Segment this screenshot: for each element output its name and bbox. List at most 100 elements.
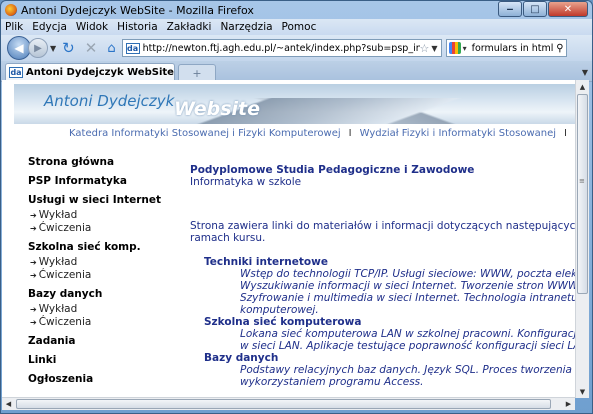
page-content: Antoni Dydejczyk Website Katedra Informa… <box>2 80 575 398</box>
department-links: Katedra Informatyki Stosowanej i Fizyki … <box>14 124 575 142</box>
back-arrow-icon: ◀ <box>14 41 24 55</box>
section-desc-line: Wyszukiwanie informacji w sieci Internet… <box>240 280 575 292</box>
sidebar-subitem-uslugi-cwiczenia[interactable]: ➔ Ćwiczenia <box>28 222 168 235</box>
tab-strip: da Antoni Dydejczyk WebSite + ▼ <box>1 61 592 82</box>
section-bazy-danych: Bazy danych Podstawy relacyjnych baz dan… <box>204 352 575 388</box>
scroll-up-icon[interactable]: ▲ <box>576 80 589 93</box>
arrow-icon: ➔ <box>30 258 37 267</box>
sidebar-subitem-siec-cwiczenia[interactable]: ➔ Ćwiczenia <box>28 269 168 282</box>
arrow-icon: ➔ <box>30 305 37 314</box>
maximize-button[interactable]: □ <box>523 1 547 17</box>
arrow-icon: ➔ <box>30 224 37 233</box>
tab-favicon-icon: da <box>9 67 23 78</box>
title-bar: Antoni Dydejczyk WebSite - Mozilla Firef… <box>1 1 592 19</box>
sidebar-subitem-label: Ćwiczenia <box>38 222 92 234</box>
bookmark-star-icon[interactable]: ☆ <box>420 42 430 55</box>
stop-icon[interactable]: ✕ <box>85 39 98 57</box>
search-input[interactable]: formulars in html <box>470 43 557 54</box>
site-word: Website <box>174 98 261 120</box>
window-controls: ‒ □ ✕ <box>498 1 588 17</box>
sidebar-item-zadania[interactable]: Zadania <box>28 335 168 348</box>
sidebar-item-strona-glowna[interactable]: Strona główna <box>28 156 168 169</box>
section-desc-line: Lokana sieć komputerowa LAN w szkolnej p… <box>240 328 575 340</box>
section-szkolna-siec: Szkolna sieć komputerowa Lokana sieć kom… <box>204 316 575 352</box>
sidebar-subitem-label: Wykład <box>38 209 78 221</box>
sidebar-subitem-label: Wykład <box>38 303 78 315</box>
sidebar-item-psp-informatyka[interactable]: PSP Informatyka <box>28 175 168 188</box>
intro-line: Strona zawiera linki do materiałów i inf… <box>190 220 575 232</box>
scroll-grip-icon: ≡ <box>579 177 585 185</box>
url-bar[interactable]: da http://newton.ftj.agh.edu.pl/~antek/i… <box>121 39 442 57</box>
scroll-right-icon[interactable]: ▶ <box>562 398 575 410</box>
url-dropdown-icon[interactable]: ▼ <box>431 44 437 53</box>
sidebar-subitem-label: Wykład <box>38 256 78 268</box>
firefox-logo-icon <box>5 4 17 16</box>
search-icon[interactable]: ⚲ <box>556 43 563 54</box>
main-content: Podyplomowe Studia Pedagogiczne i Zawodo… <box>190 164 575 388</box>
section-desc-line: Podstawy relacyjnych baz danych. Język S… <box>240 364 575 376</box>
sidebar-subitem-label: Ćwiczenia <box>38 316 92 328</box>
section-desc-line: Szyfrowanie i multimedia w sieci Interne… <box>240 292 575 304</box>
url-text[interactable]: http://newton.ftj.agh.edu.pl/~antek/inde… <box>143 43 420 54</box>
horizontal-scrollbar[interactable]: ◀ ▶ <box>2 397 575 410</box>
arrow-icon: ➔ <box>30 211 37 220</box>
close-icon: ✕ <box>563 3 573 15</box>
sidebar-subitem-siec-wyklad[interactable]: ➔ Wykład <box>28 256 168 269</box>
menu-zakladki[interactable]: Zakładki <box>167 21 212 33</box>
minimize-button[interactable]: ‒ <box>498 1 522 17</box>
new-tab-button[interactable]: + <box>178 64 216 81</box>
maximize-icon: □ <box>530 3 540 15</box>
sidebar-subitem-bazy-wyklad[interactable]: ➔ Wykład <box>28 303 168 316</box>
sidebar-item-szkolna-siec[interactable]: Szkolna sieć komp. <box>28 241 168 254</box>
search-engine-dropdown-icon[interactable]: ▾ <box>463 44 467 53</box>
section-desc-line: Wstęp do technologii TCP/IP. Usługi siec… <box>240 268 575 280</box>
forward-button[interactable]: ▶ <box>28 38 48 58</box>
tab-active[interactable]: da Antoni Dydejczyk WebSite <box>5 63 175 81</box>
sidebar-item-uslugi[interactable]: Usługi w sieci Internet <box>28 194 168 207</box>
menu-pomoc[interactable]: Pomoc <box>282 21 317 33</box>
close-button[interactable]: ✕ <box>548 1 588 17</box>
section-techniki-internetowe: Techniki internetowe Wstęp do technologi… <box>204 256 575 316</box>
sidebar-item-ogloszenia[interactable]: Ogłoszenia <box>28 373 168 386</box>
sidebar-item-bazy-danych[interactable]: Bazy danych <box>28 288 168 301</box>
reload-icon[interactable]: ↻ <box>62 39 75 57</box>
sidebar-item-linki[interactable]: Linki <box>28 354 168 367</box>
link-separator-trailing: I <box>564 127 567 139</box>
section-title[interactable]: Bazy danych <box>204 352 575 364</box>
menu-plik[interactable]: Plik <box>5 21 23 33</box>
tab-list-dropdown-icon[interactable]: ▼ <box>582 68 588 77</box>
scroll-down-icon[interactable]: ▼ <box>576 385 589 398</box>
link-katedra[interactable]: Katedra Informatyki Stosowanej i Fizyki … <box>69 128 341 139</box>
vertical-scroll-thumb[interactable] <box>577 94 588 294</box>
history-dropdown-icon[interactable]: ▼ <box>50 44 56 53</box>
sidebar-subitem-bazy-cwiczenia[interactable]: ➔ Ćwiczenia <box>28 316 168 329</box>
menu-historia[interactable]: Historia <box>117 21 158 33</box>
arrow-icon: ➔ <box>30 271 37 280</box>
link-wydzial[interactable]: Wydział Fizyki i Informatyki Stosowanej <box>360 128 556 139</box>
home-icon[interactable]: ⌂ <box>107 41 115 56</box>
arrow-icon: ➔ <box>30 318 37 327</box>
sidebar-nav: Strona główna PSP Informatyka Usługi w s… <box>28 156 168 392</box>
page-subtitle: Informatyka w szkole <box>190 176 302 188</box>
intro-text: Strona zawiera linki do materiałów i inf… <box>190 220 575 244</box>
horizontal-scroll-thumb[interactable] <box>16 399 551 409</box>
menu-edycja[interactable]: Edycja <box>32 21 67 33</box>
window-title: Antoni Dydejczyk WebSite - Mozilla Firef… <box>21 3 254 17</box>
sidebar-subitem-uslugi-wyklad[interactable]: ➔ Wykład <box>28 209 168 222</box>
section-desc-line: w sieci LAN. Aplikacje testujące poprawn… <box>240 340 575 352</box>
section-title[interactable]: Szkolna sieć komputerowa <box>204 316 575 328</box>
google-icon[interactable] <box>448 42 461 54</box>
intro-line: ramach kursu. <box>190 232 266 244</box>
menu-narzedzia[interactable]: Narzędzia <box>220 21 272 33</box>
forward-arrow-icon: ▶ <box>34 42 42 54</box>
section-title[interactable]: Techniki internetowe <box>204 256 575 268</box>
site-owner-name: Antoni Dydejczyk <box>44 92 175 110</box>
page-title: Podyplomowe Studia Pedagogiczne i Zawodo… <box>190 164 475 176</box>
search-bar[interactable]: ▾ formulars in html ⚲ <box>445 39 567 57</box>
section-desc-line: wykorzystaniem programu Access. <box>240 376 424 388</box>
scroll-left-icon[interactable]: ◀ <box>2 398 15 410</box>
vertical-scrollbar[interactable]: ▲ ≡ ▼ <box>575 80 589 398</box>
plus-icon: + <box>192 66 202 80</box>
minimize-icon: ‒ <box>506 3 514 15</box>
menu-widok[interactable]: Widok <box>76 21 108 33</box>
